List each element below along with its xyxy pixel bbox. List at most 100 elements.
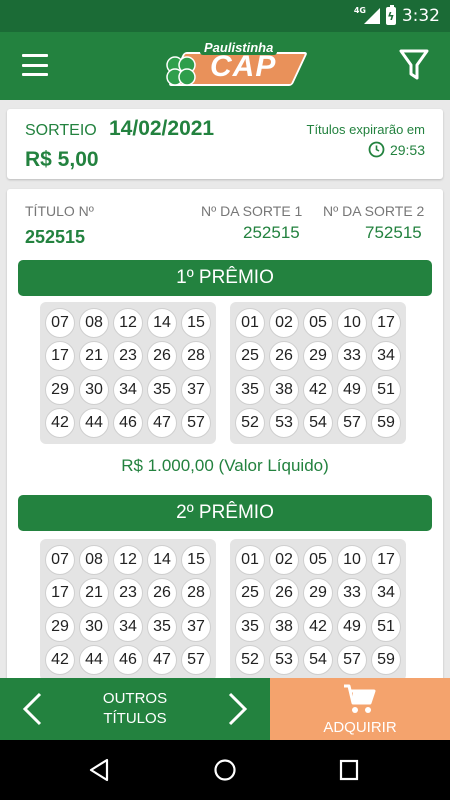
logo-title: CAP [210, 50, 277, 83]
lottery-number: 49 [337, 611, 367, 642]
lottery-number: 53 [269, 408, 299, 439]
lottery-number: 21 [79, 578, 109, 609]
system-nav-bar [0, 740, 450, 800]
lottery-number: 05 [303, 544, 333, 575]
lottery-number: 37 [181, 611, 211, 642]
lottery-number: 42 [303, 611, 333, 642]
cart-icon [344, 684, 376, 713]
lottery-number: 07 [45, 544, 75, 575]
lottery-number: 47 [147, 645, 177, 676]
recent-apps-icon[interactable] [338, 758, 360, 782]
buy-label: ADQUIRIR [323, 719, 397, 736]
prize-1-grid-left: 07 08 12 14 15 17 21 23 26 28 29 30 34 35 37 42 44 46 47 57 [40, 302, 216, 444]
lottery-number: 33 [337, 341, 367, 372]
lottery-number: 10 [337, 544, 367, 575]
lottery-number: 52 [235, 408, 265, 439]
lottery-number: 26 [147, 578, 177, 609]
other-tickets-button[interactable]: OUTROS TÍTULOS [60, 689, 210, 729]
lottery-number: 37 [181, 374, 211, 405]
app-logo: Paulistinha CAP [160, 40, 308, 92]
ticket-number-label: TÍTULO Nº [25, 203, 94, 219]
clock: 3:32 [401, 6, 440, 26]
lottery-number: 44 [79, 408, 109, 439]
lottery-number: 34 [371, 341, 401, 372]
lottery-number: 54 [303, 408, 333, 439]
lottery-number: 01 [235, 307, 265, 338]
back-icon[interactable] [88, 758, 110, 782]
lottery-number: 52 [235, 645, 265, 676]
lottery-number: 51 [371, 374, 401, 405]
ticket-price: R$ 5,00 [25, 148, 99, 171]
lottery-number: 42 [45, 645, 75, 676]
lottery-number: 14 [147, 544, 177, 575]
clover-icon [166, 56, 196, 86]
luck-number-1: 252515 [243, 223, 300, 242]
lottery-number: 53 [269, 645, 299, 676]
draw-label: SORTEIO [25, 122, 97, 139]
clock-icon [368, 141, 385, 158]
lottery-number: 51 [371, 611, 401, 642]
lottery-number: 21 [79, 341, 109, 372]
lottery-number: 26 [269, 578, 299, 609]
chevron-left-icon[interactable] [20, 692, 44, 726]
lottery-number: 26 [269, 341, 299, 372]
lottery-number: 57 [337, 645, 367, 676]
lottery-number: 29 [303, 341, 333, 372]
lottery-number: 15 [181, 307, 211, 338]
lottery-number: 08 [79, 544, 109, 575]
lottery-number: 57 [337, 408, 367, 439]
prize-2-grid-left: 07 08 12 14 15 17 21 23 26 28 29 30 34 35 37 42 44 46 47 57 [40, 539, 216, 681]
chevron-right-icon[interactable] [226, 692, 250, 726]
prize-1-value: R$ 1.000,00 (Valor Líquido) [121, 456, 329, 475]
home-icon[interactable] [213, 758, 237, 782]
lottery-number: 12 [113, 307, 143, 338]
lottery-number: 17 [371, 544, 401, 575]
lottery-number: 02 [269, 307, 299, 338]
lottery-number: 30 [79, 374, 109, 405]
filter-icon[interactable] [398, 48, 430, 82]
lottery-number: 25 [235, 341, 265, 372]
lottery-number: 07 [45, 307, 75, 338]
other-tickets-line2: TÍTULOS [103, 710, 167, 727]
lottery-number: 17 [45, 341, 75, 372]
prize-1-header: 1º PRÊMIO [18, 260, 432, 296]
lottery-number: 54 [303, 645, 333, 676]
expire-time: 29:53 [389, 141, 425, 158]
lottery-number: 59 [371, 408, 401, 439]
lottery-number: 28 [181, 341, 211, 372]
lottery-number: 34 [371, 578, 401, 609]
luck-number-2: 752515 [365, 223, 422, 242]
lottery-number: 23 [113, 578, 143, 609]
lottery-number: 49 [337, 374, 367, 405]
hamburger-menu-icon[interactable] [22, 54, 48, 76]
lottery-number: 29 [45, 374, 75, 405]
lottery-number: 28 [181, 578, 211, 609]
battery-charging-icon: ϟ [385, 5, 396, 25]
lottery-number: 57 [181, 645, 211, 676]
lottery-number: 46 [113, 408, 143, 439]
luck-number-2-label: Nº DA SORTE 2 [323, 203, 425, 219]
lottery-number: 33 [337, 578, 367, 609]
draw-card: SORTEIO 14/02/2021 R$ 5,00 Títulos expir… [7, 109, 443, 179]
lottery-number: 35 [147, 611, 177, 642]
other-tickets-nav: OUTROS TÍTULOS [0, 678, 270, 740]
status-bar: 4G ϟ 3:32 [0, 0, 450, 32]
buy-button[interactable]: ADQUIRIR [270, 678, 450, 740]
lottery-number: 29 [303, 578, 333, 609]
draw-date: 14/02/2021 [109, 117, 215, 140]
lottery-number: 08 [79, 307, 109, 338]
lottery-number: 59 [371, 645, 401, 676]
lottery-number: 05 [303, 307, 333, 338]
prize-1-grid-right: 01 02 05 10 17 25 26 29 33 34 35 38 42 49 51 52 53 54 57 59 [230, 302, 406, 444]
lottery-number: 34 [113, 374, 143, 405]
lottery-number: 47 [147, 408, 177, 439]
prize-2-grid-right: 01 02 05 10 17 25 26 29 33 34 35 38 42 49 51 52 53 54 57 59 [230, 539, 406, 681]
lottery-number: 42 [45, 408, 75, 439]
lottery-number: 14 [147, 307, 177, 338]
ticket-card: TÍTULO Nº 252515 Nº DA SORTE 1 252515 Nº… [7, 189, 443, 689]
lottery-number: 25 [235, 578, 265, 609]
lottery-number: 29 [45, 611, 75, 642]
lottery-number: 01 [235, 544, 265, 575]
expire-countdown: 29:53 [368, 141, 425, 158]
expire-label: Títulos expirarão em [306, 122, 426, 137]
